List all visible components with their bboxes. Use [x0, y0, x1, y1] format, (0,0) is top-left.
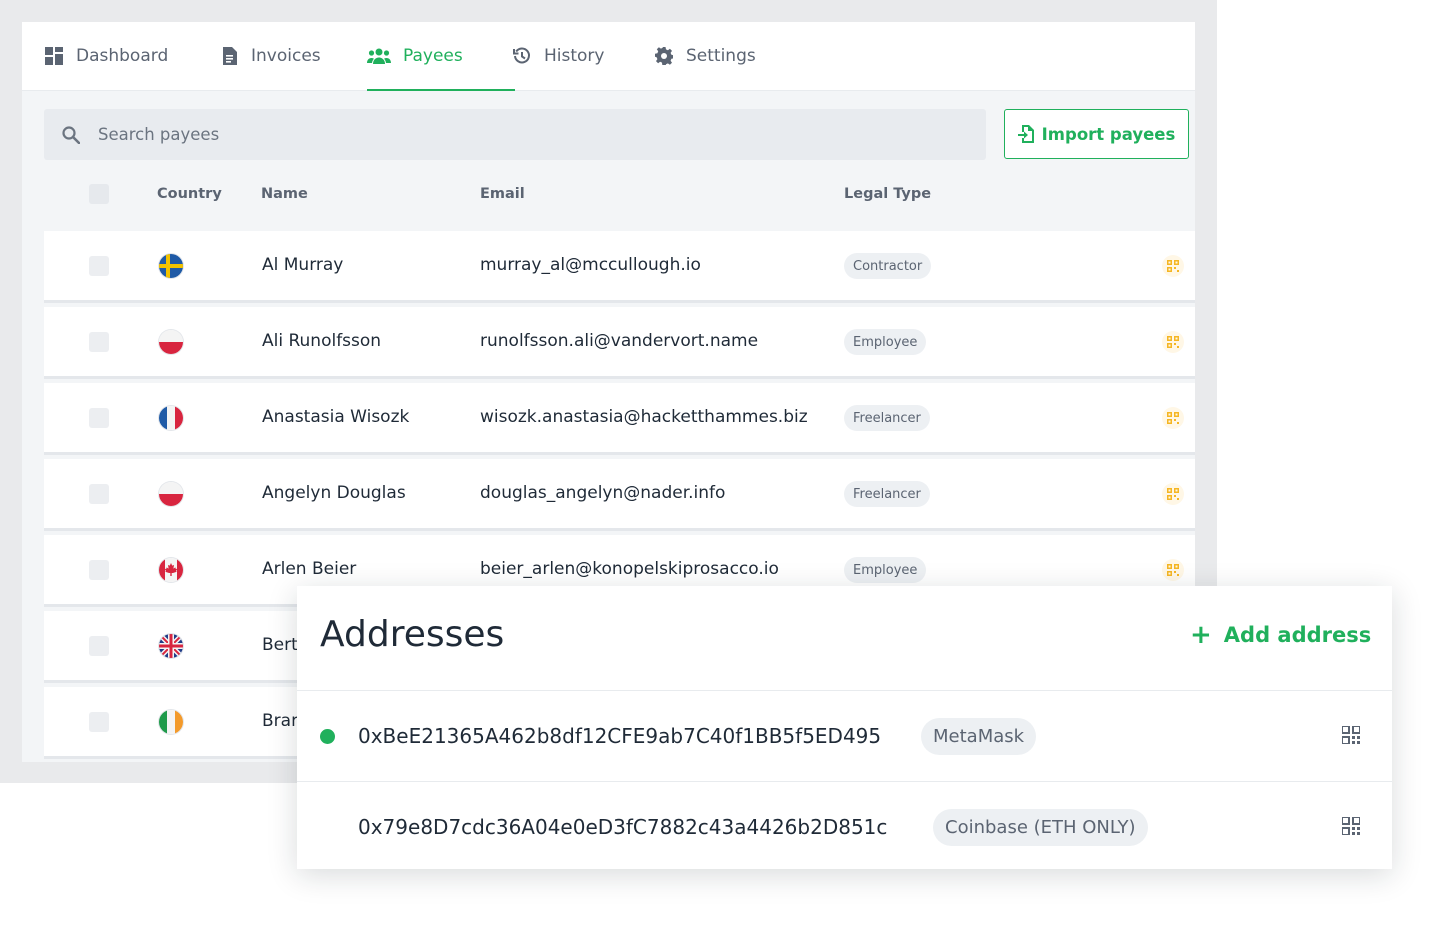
qr-code-icon[interactable]: [1341, 725, 1362, 746]
poland-flag: [159, 330, 183, 354]
addresses-panel: Addresses + Add address 0xBeE21365A462b8…: [297, 586, 1392, 869]
wallet-address: 0x79e8D7cdc36A04e0eD3fC7882c43a4426b2D85…: [358, 815, 888, 839]
qr-code-icon[interactable]: [1162, 483, 1184, 505]
qr-code-icon[interactable]: [1162, 407, 1184, 429]
row-checkbox[interactable]: [89, 484, 109, 504]
table-row[interactable]: Al Murray murray_al@mccullough.io Contra…: [44, 231, 1195, 303]
qr-code-icon[interactable]: [1162, 255, 1184, 277]
payee-name: Anastasia Wisozk: [262, 407, 410, 427]
search-icon: [62, 125, 81, 144]
row-checkbox[interactable]: [89, 332, 109, 352]
tab-history[interactable]: History: [512, 22, 604, 90]
tab-settings[interactable]: Settings: [654, 22, 756, 90]
poland-flag: [159, 482, 183, 506]
qr-code-icon[interactable]: [1341, 816, 1362, 837]
legal-type-badge: Employee: [844, 329, 927, 355]
tab-label: Invoices: [251, 46, 321, 66]
legal-type-badge: Freelancer: [844, 405, 930, 431]
row-checkbox[interactable]: [89, 636, 109, 656]
tab-label: Dashboard: [76, 46, 169, 66]
payee-name: Arlen Beier: [262, 559, 357, 579]
uk-flag: [159, 634, 183, 658]
payee-email: wisozk.anastasia@hacketthammes.biz: [480, 407, 808, 427]
row-checkbox[interactable]: [89, 560, 109, 580]
plus-icon: +: [1190, 620, 1212, 650]
search-input[interactable]: [96, 124, 940, 145]
column-email[interactable]: Email: [480, 186, 525, 202]
sweden-flag: [159, 254, 183, 278]
address-row[interactable]: 0xBeE21365A462b8df12CFE9ab7C40f1BB5f5ED4…: [297, 691, 1392, 781]
top-nav: Dashboard Invoices Payees History Settin…: [22, 22, 1195, 91]
qr-code-icon[interactable]: [1162, 559, 1184, 581]
canada-flag: [159, 558, 183, 582]
payee-name: Ali Runolfsson: [262, 331, 382, 351]
payee-name: Angelyn Douglas: [262, 483, 406, 503]
row-checkbox[interactable]: [89, 408, 109, 428]
search-bar[interactable]: [44, 109, 986, 160]
tab-dashboard[interactable]: Dashboard: [44, 22, 168, 90]
add-address-button[interactable]: + Add address: [1190, 622, 1371, 648]
legal-type-badge: Contractor: [844, 253, 932, 279]
row-checkbox[interactable]: [89, 712, 109, 732]
tab-label: Settings: [686, 46, 756, 66]
add-address-label: Add address: [1223, 623, 1372, 647]
select-all-checkbox[interactable]: [89, 184, 109, 204]
column-country[interactable]: Country: [157, 186, 222, 202]
tab-payees[interactable]: Payees: [367, 22, 515, 91]
wallet-badge: MetaMask: [921, 718, 1037, 755]
users-icon: [367, 46, 391, 66]
table-row[interactable]: Anastasia Wisozk wisozk.anastasia@hacket…: [44, 383, 1195, 455]
column-name[interactable]: Name: [261, 186, 308, 202]
legal-type-badge: Employee: [844, 557, 927, 583]
legal-type-badge: Freelancer: [844, 481, 930, 507]
column-legal-type[interactable]: Legal Type: [844, 186, 931, 202]
table-row[interactable]: Angelyn Douglas douglas_angelyn@nader.in…: [44, 459, 1195, 531]
invoice-icon: [219, 46, 239, 66]
table-row[interactable]: Ali Runolfsson runolfsson.ali@vandervort…: [44, 307, 1195, 379]
wallet-address: 0xBeE21365A462b8df12CFE9ab7C40f1BB5f5ED4…: [358, 724, 882, 748]
active-status-dot: [320, 729, 335, 744]
dashboard-icon: [44, 46, 64, 66]
row-checkbox[interactable]: [89, 256, 109, 276]
france-flag: [159, 406, 183, 430]
tab-label: History: [544, 46, 605, 66]
tab-label: Payees: [403, 46, 463, 66]
wallet-badge: Coinbase (ETH ONLY): [933, 809, 1148, 846]
payee-name: Brar: [262, 711, 299, 731]
tab-invoices[interactable]: Invoices: [219, 22, 321, 90]
payee-email: beier_arlen@konopelskiprosacco.io: [480, 559, 779, 579]
payee-name: Bert: [262, 635, 298, 655]
payee-name: Al Murray: [262, 255, 344, 275]
qr-code-icon[interactable]: [1162, 331, 1184, 353]
import-payees-button[interactable]: Import payees: [1004, 109, 1189, 159]
payee-email: runolfsson.ali@vandervort.name: [480, 331, 759, 351]
gear-icon: [654, 46, 674, 66]
addresses-title: Addresses: [320, 614, 505, 655]
file-import-icon: [1017, 125, 1034, 143]
address-row[interactable]: 0x79e8D7cdc36A04e0eD3fC7882c43a4426b2D85…: [297, 782, 1392, 872]
payee-email: douglas_angelyn@nader.info: [480, 483, 726, 503]
table-header: Country Name Email Legal Type: [22, 172, 1195, 218]
ireland-flag: [159, 710, 183, 734]
history-icon: [512, 46, 532, 66]
import-label: Import payees: [1041, 124, 1176, 144]
payee-email: murray_al@mccullough.io: [480, 255, 701, 275]
